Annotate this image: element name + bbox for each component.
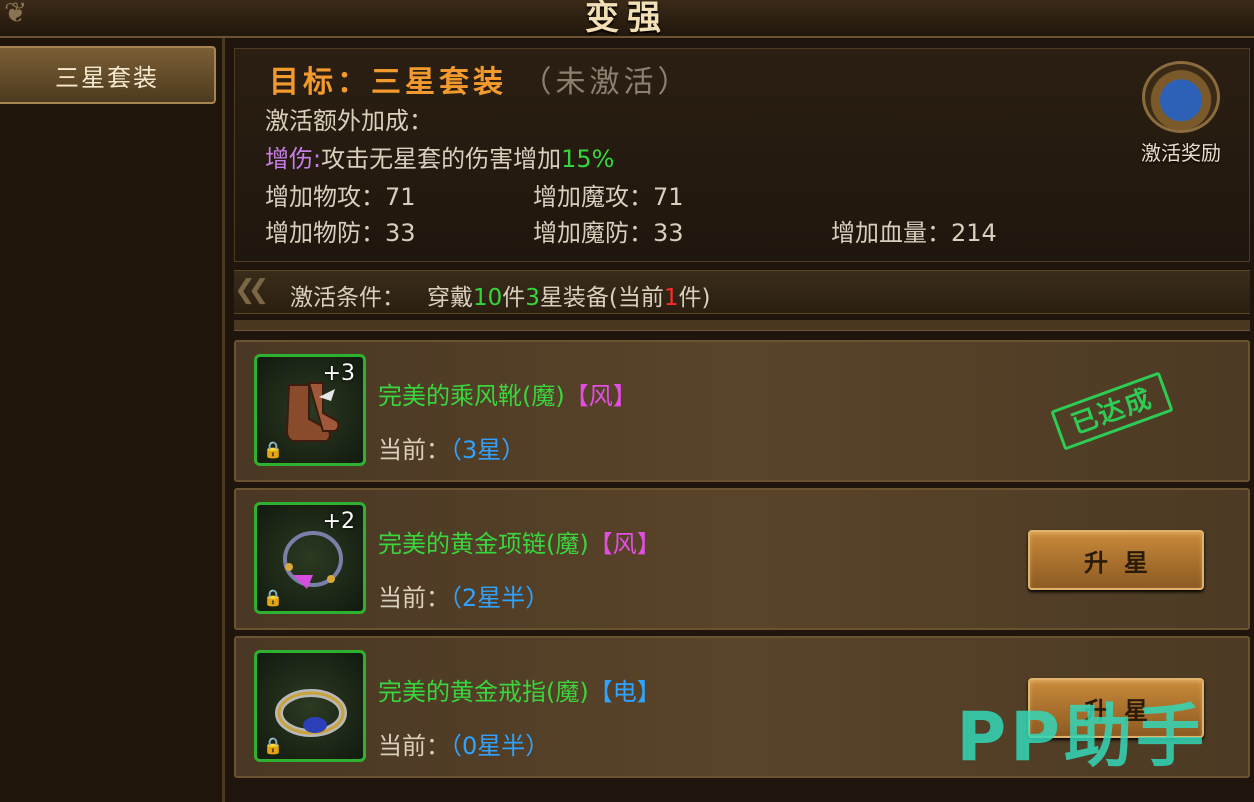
stat-mag-atk: 增加魔攻：71 [533,177,684,212]
stat-label: 增加物防： [265,219,385,247]
stat-mag-def: 增加魔防：33 [533,213,684,248]
list-item: +3 🔒 完美的乘风靴(魔)【风】 当前：（3星） 已达成 [234,340,1250,482]
tab-three-star-set[interactable]: 三星套装 [0,46,216,104]
bonus-title: 激活额外加成： [265,107,433,135]
item-element-tag: 【电】 [588,678,661,706]
window-title: 变强 [585,0,669,38]
stat-label: 增加魔攻： [533,183,653,211]
reward-label: 激活奖励 [1141,141,1221,165]
activation-reward-button[interactable]: 激活奖励 [1119,61,1243,171]
divider [234,320,1250,331]
condition-part: 件) [678,285,711,311]
item-name: 完美的黄金戒指(魔)【电】 [378,672,661,707]
condition-part: 件 [502,285,526,311]
item-name-text: 完美的黄金戒指(魔) [378,678,589,706]
condition-count: 10 [472,285,503,311]
double-chevron-left-icon: ❮❮ [234,275,269,305]
boots-icon [285,382,340,442]
current-label: 当前： [378,584,450,612]
item-current: 当前：（3星） [378,430,525,465]
current-value: （3星） [450,436,526,464]
item-element-tag: 【风】 [588,530,661,558]
list-item: +2 🔒 完美的黄金项链(魔)【风】 当前：（2星半） 升星 [234,488,1250,630]
special-bonus: 增伤:攻击无星套的伤害增加15% [265,139,614,174]
stat-phys-atk: 增加物攻：71 [265,177,416,212]
goal-prefix: 目标： [269,65,371,100]
treasure-chest-icon [1142,61,1220,133]
stat-value: 33 [653,219,684,247]
stat-value: 33 [385,219,416,247]
achieved-stamp: 已达成 [1050,371,1174,451]
activation-condition: ❮❮ 激活条件： 穿戴10件3星装备(当前1件) [234,270,1250,314]
stat-hp: 增加血量：214 [831,213,997,248]
stat-value: 71 [653,183,684,211]
item-slot[interactable]: +2 🔒 [254,502,366,614]
current-value: （2星半） [450,584,550,612]
game-screen: ❦ 变强 三星套装 目标：三星套装 （未激活） 激活额外加成： 增伤:攻击无星套… [0,0,1254,802]
lock-icon: 🔒 [263,440,283,459]
item-slot[interactable]: 🔒 [254,650,366,762]
item-slot[interactable]: +3 🔒 [254,354,366,466]
condition-label: 激活条件： [290,285,405,311]
stat-value: 71 [385,183,416,211]
lock-icon: 🔒 [263,736,283,755]
item-name-text: 完美的乘风靴(魔) [378,382,565,410]
condition-part: 穿戴 [426,285,473,311]
item-current: 当前：（0星半） [378,726,549,761]
stat-value: 214 [951,219,997,247]
goal-name: 三星套装 [371,65,507,100]
sidebar: 三星套装 [0,38,225,802]
item-element-tag: 【风】 [564,382,637,410]
current-label: 当前： [378,436,450,464]
goal-title: 目标：三星套装 （未激活） [269,57,691,101]
necklace-icon [283,531,343,589]
set-bonus-header: 目标：三星套装 （未激活） 激活额外加成： 增伤:攻击无星套的伤害增加15% 增… [234,48,1250,262]
special-text: 攻击无星套的伤害增加 [321,145,562,173]
title-bar: ❦ 变强 [0,0,1254,38]
stat-phys-def: 增加物防：33 [265,213,416,248]
enhance-level: +2 [322,509,355,534]
special-value: 15% [561,145,615,173]
condition-text: 激活条件： 穿戴10件3星装备(当前1件) [290,278,710,312]
goal-state: （未激活） [521,65,692,100]
enhance-level: +3 [322,361,355,386]
ring-icon [275,689,347,737]
watermark: PP助手 [956,698,1208,777]
stat-label: 增加物攻： [265,183,385,211]
item-name: 完美的乘风靴(魔)【风】 [378,376,637,411]
condition-current: 1 [663,285,679,311]
upgrade-star-button[interactable]: 升星 [1028,530,1204,590]
current-label: 当前： [378,732,450,760]
stat-label: 增加魔防： [533,219,653,247]
lock-icon: 🔒 [263,588,283,607]
item-current: 当前：（2星半） [378,578,549,613]
current-value: （0星半） [450,732,550,760]
special-label: 增伤: [265,145,322,173]
item-name: 完美的黄金项链(魔)【风】 [378,524,661,559]
stat-label: 增加血量： [831,219,951,247]
item-name-text: 完美的黄金项链(魔) [378,530,589,558]
condition-stars: 3 [525,285,540,311]
condition-part: 星装备(当前 [539,285,664,311]
